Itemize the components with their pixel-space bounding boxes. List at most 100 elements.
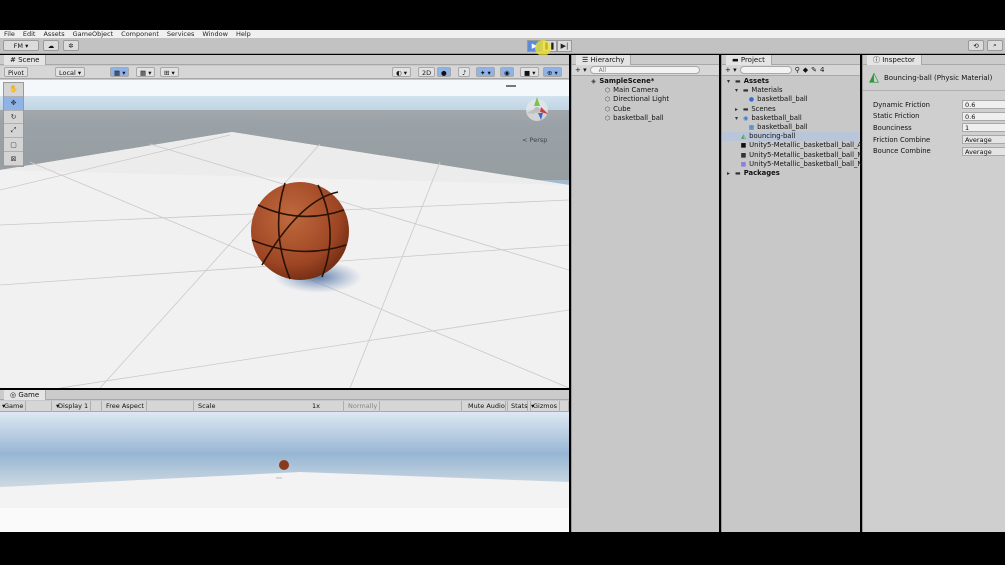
tab-game[interactable]: ◎ Game xyxy=(4,389,47,400)
transform-tool-icon: ⊠ xyxy=(10,154,17,163)
lighting-toggle[interactable]: ● xyxy=(437,67,451,77)
chevron-down-icon: ▾ xyxy=(726,78,730,85)
materials-folder[interactable]: ▾ ▬ Materials xyxy=(722,86,860,95)
list-item[interactable]: ■ Unity5-Metallic_basketball_ball_N xyxy=(722,160,863,169)
menu-edit[interactable]: Edit xyxy=(23,30,36,38)
menu-file[interactable]: File xyxy=(4,30,15,38)
chevron-right-icon: ▸ xyxy=(734,105,738,113)
basketball-folder[interactable]: ▾ ◉ basketball_ball xyxy=(722,114,860,123)
pivot-toggle[interactable]: Pivot xyxy=(4,67,28,77)
menu-assets[interactable]: Assets xyxy=(43,30,64,38)
friction-combine-label: Friction Combine xyxy=(873,135,931,144)
physic-material-icon: ◭ xyxy=(741,133,746,141)
rect-tool-button[interactable]: ▢ xyxy=(4,138,23,153)
dynamic-friction-field[interactable]: 0.6 xyxy=(962,100,1005,110)
tab-hierarchy[interactable]: ☰ Hierarchy xyxy=(576,54,632,65)
project-search-input[interactable] xyxy=(739,66,792,74)
bounciness-field[interactable]: 1 xyxy=(962,123,1005,133)
project-add-button[interactable]: + ▾ xyxy=(725,66,737,74)
gamepad-icon: ◎ xyxy=(10,390,17,399)
persp-label[interactable]: < Persp xyxy=(522,136,547,144)
account-button[interactable]: FM ▾ xyxy=(3,40,39,51)
cloud-button[interactable]: ☁ xyxy=(43,40,59,51)
scenes-folder[interactable]: ▸ ▬ Scenes xyxy=(722,105,860,114)
chevron-down-icon: ▾ xyxy=(734,87,738,95)
mode-2d-toggle[interactable]: 2D xyxy=(418,67,436,77)
snap-button[interactable]: ▦ ▾ xyxy=(110,67,130,77)
list-item[interactable]: ⬡ basketball_ball xyxy=(572,114,719,123)
scale-slider[interactable]: Scale 1x xyxy=(196,401,344,412)
chevron-right-icon: ▸ xyxy=(726,169,730,177)
mute-audio-label: Mute Audio xyxy=(466,401,508,412)
effects-dropdown[interactable]: ✦ ▾ xyxy=(476,67,495,77)
collab-button[interactable]: ✲ xyxy=(63,40,79,51)
bounce-combine-label: Bounce Combine xyxy=(873,147,931,156)
friction-combine-dropdown[interactable]: Average xyxy=(962,135,1005,145)
local-toggle[interactable]: Local ▾ xyxy=(55,67,86,77)
history-button[interactable]: ⟲ xyxy=(968,40,984,51)
shading-mode-dropdown[interactable]: ◐ ▾ xyxy=(392,67,412,77)
list-item[interactable]: ◭ bouncing-ball xyxy=(722,132,860,142)
hand-tool-button[interactable]: ✋ xyxy=(4,83,23,97)
list-item[interactable]: ⬡ Directional Light xyxy=(572,95,719,104)
list-item[interactable]: ■ Unity5-Metallic_basketball_ball_M xyxy=(722,151,864,160)
hidden-objects-toggle[interactable]: ◉ xyxy=(500,67,514,77)
filter-icon[interactable]: ⚲ xyxy=(795,66,800,74)
add-button[interactable]: + ▾ xyxy=(575,66,587,74)
scene-root-item[interactable]: ◈ SampleScene* xyxy=(572,77,719,86)
gizmos-dropdown[interactable]: ⊕ ▾ xyxy=(543,67,562,77)
step-button[interactable]: ▶| xyxy=(557,40,572,52)
hierarchy-search-input[interactable]: All xyxy=(589,66,700,74)
normally-label: Normally xyxy=(346,401,381,412)
static-friction-field[interactable]: 0.6 xyxy=(962,111,1005,121)
menu-window[interactable]: Window xyxy=(202,30,228,38)
bounce-combine-dropdown[interactable]: Average xyxy=(962,146,1005,156)
tab-project-label: Project xyxy=(740,55,765,64)
camera-dropdown[interactable]: ■ ▾ xyxy=(520,67,540,77)
display-dropdown[interactable]: Display 1 ▾ xyxy=(54,401,102,412)
scene-viewport[interactable]: ✋ ✥ ↻ ⤢ ▢ ⊠ < Persp xyxy=(0,80,569,388)
list-item[interactable]: ⬡ Main Camera xyxy=(572,86,719,95)
tab-project[interactable]: ▬ Project xyxy=(726,54,772,65)
transform-tool-button[interactable]: ⊠ xyxy=(4,152,23,166)
scale-tool-button[interactable]: ⤢ xyxy=(4,124,23,139)
mute-audio-button[interactable]: Mute Audio xyxy=(464,401,508,412)
stats-button[interactable]: Stats xyxy=(507,401,531,412)
prefab-icon: ◉ xyxy=(743,114,749,122)
gameobject-icon: ⬡ xyxy=(604,105,611,113)
texture-label: Unity5-Metallic_basketball_ball_Al xyxy=(749,141,864,150)
scene-toolbar: Pivot Local ▾ ▦ ▾ ▦ ▾ ⊞ ▾ ◐ ▾ 2D ● ♪ ✦ ▾… xyxy=(0,66,569,79)
packages-folder[interactable]: ▸ ▬ Packages xyxy=(722,169,860,178)
increment-snap-button[interactable]: ⊞ ▾ xyxy=(160,67,179,77)
bounce-combine-row: Bounce Combine Average xyxy=(863,145,1005,157)
gear-icon: ✲ xyxy=(68,41,74,50)
menu-help[interactable]: Help xyxy=(236,30,251,38)
menu-gameobject[interactable]: GameObject xyxy=(73,30,114,38)
move-tool-button[interactable]: ✥ xyxy=(4,96,23,111)
project-tree: ▾ ▬ Assets ▾ ▬ Materials ● basketball_ba… xyxy=(722,76,864,178)
label-icon[interactable]: ◆ xyxy=(803,66,808,74)
normally-dropdown[interactable]: Normally xyxy=(344,401,462,412)
menu-component[interactable]: Component xyxy=(121,30,159,38)
game-view-dropdown[interactable]: Game ▾ xyxy=(0,401,52,412)
list-item[interactable]: ■ Unity5-Metallic_basketball_ball_Al xyxy=(722,141,864,150)
search-button[interactable]: ⌕ xyxy=(987,40,1003,51)
assets-label: Assets xyxy=(743,77,770,85)
star-icon[interactable]: ✎ xyxy=(811,66,817,74)
tab-inspector[interactable]: ⓘ Inspector xyxy=(867,54,922,65)
folder-icon: ▬ xyxy=(732,55,739,64)
aspect-dropdown[interactable]: Free Aspect xyxy=(102,401,194,412)
tab-scene[interactable]: # Scene xyxy=(4,54,47,65)
list-item[interactable]: ● basketball_ball xyxy=(722,95,860,104)
grid-snap-button[interactable]: ▦ ▾ xyxy=(136,67,156,77)
assets-folder[interactable]: ▾ ▬ Assets xyxy=(722,77,860,86)
project-tab-bar: ▬ Project xyxy=(722,54,860,65)
gizmos-button[interactable]: Gizmos ▾ xyxy=(529,401,569,412)
list-item[interactable]: ▦ basketball_ball xyxy=(722,123,860,132)
menu-services[interactable]: Services xyxy=(167,30,194,38)
game-viewport[interactable] xyxy=(0,412,569,532)
rotate-tool-button[interactable]: ↻ xyxy=(4,111,23,125)
list-item[interactable]: ⬡ Cube xyxy=(572,105,719,114)
audio-toggle[interactable]: ♪ xyxy=(458,67,471,77)
inspector-header: ◭ Bouncing-ball (Physic Material) xyxy=(863,65,1005,91)
